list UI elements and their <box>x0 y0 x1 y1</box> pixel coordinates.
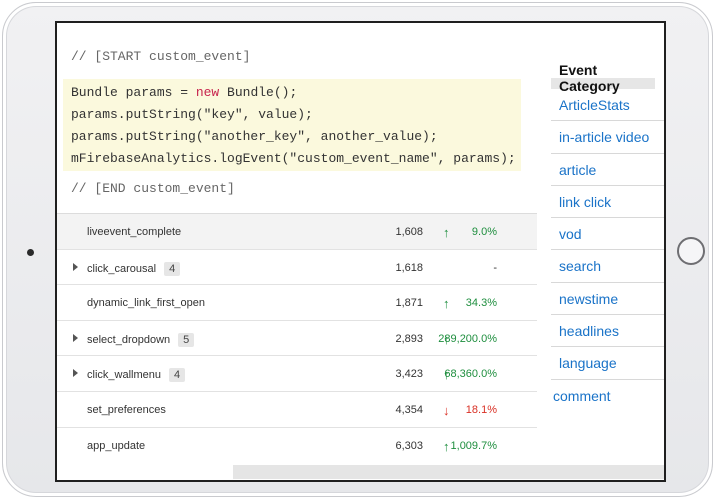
event-name: app_update <box>87 439 146 452</box>
percent-change: 18.1% <box>465 403 497 416</box>
arrow-down-icon: ↓ <box>443 402 450 418</box>
event-count: 3,423 <box>395 368 423 381</box>
expand-caret-icon[interactable] <box>73 262 78 271</box>
event-name: select_dropdown 5 <box>87 332 195 347</box>
percent-change: 289,200.0% <box>438 332 497 345</box>
code-line-3: params.putString("another_key", another_… <box>71 129 438 144</box>
table-row[interactable]: app_update 6,303 ↑ 1,009.7% <box>57 426 537 463</box>
table-row[interactable]: select_dropdown 5 2,893 ↑ 289,200.0% <box>57 319 537 356</box>
category-link[interactable]: language <box>551 347 664 380</box>
category-link[interactable]: article <box>551 154 664 186</box>
camera-dot <box>27 249 34 256</box>
event-name: set_preferences <box>87 403 166 416</box>
scrollbar-thumb[interactable] <box>233 465 664 479</box>
event-count-badge: 5 <box>178 332 195 347</box>
event-count: 1,618 <box>395 261 423 274</box>
arrow-up-icon: ↑ <box>443 438 450 454</box>
event-category-title: Event Category <box>551 53 655 94</box>
horizontal-scrollbar[interactable] <box>57 464 664 480</box>
event-name: dynamic_link_first_open <box>87 297 206 310</box>
event-category-panel: Event Category ArticleStats in-article vi… <box>551 53 664 412</box>
event-count: 2,893 <box>395 332 423 345</box>
arrow-up-icon: ↑ <box>443 225 450 240</box>
table-row[interactable]: click_carousal 4 1,618 - <box>57 248 537 285</box>
arrow-up-icon: ↑ <box>443 296 450 312</box>
event-name: click_carousal 4 <box>87 261 181 276</box>
category-link[interactable]: in-article video <box>551 121 664 154</box>
table-row[interactable]: liveevent_complete 1,608 ↑ 9.0% <box>57 213 537 249</box>
category-link[interactable]: newstime <box>551 283 664 316</box>
table-row[interactable]: set_preferences 4,354 ↓ 18.1% <box>57 390 537 427</box>
category-link[interactable]: vod <box>551 218 664 251</box>
event-count: 6,303 <box>395 439 423 452</box>
event-name: click_wallmenu 4 <box>87 368 186 383</box>
screen: // [START custom_event] Bundle params = … <box>55 21 666 482</box>
events-table: liveevent_complete 1,608 ↑ 9.0% click_carous… <box>57 213 537 462</box>
table-row[interactable]: dynamic_link_first_open 1,871 ↑ 34.3% <box>57 284 537 320</box>
category-link[interactable]: search <box>551 250 664 283</box>
home-button[interactable] <box>677 237 705 265</box>
code-line-4: mFirebaseAnalytics.logEvent("custom_even… <box>71 151 516 166</box>
percent-change: 1,009.7% <box>450 439 497 452</box>
tablet-frame: // [START custom_event] Bundle params = … <box>2 2 713 497</box>
code-end-comment: // [END custom_event] <box>71 181 235 196</box>
category-link[interactable]: comment <box>551 380 664 412</box>
category-link[interactable]: headlines <box>551 315 664 348</box>
category-link[interactable]: link click <box>551 186 664 219</box>
expand-caret-icon[interactable] <box>73 369 78 378</box>
code-line-2: params.putString("key", value); <box>71 107 313 122</box>
percent-change: - <box>493 261 497 274</box>
percent-change: 9.0% <box>471 226 497 238</box>
event-count: 1,871 <box>395 297 423 310</box>
event-count-badge: 4 <box>164 261 181 276</box>
percent-change: 68,360.0% <box>444 368 497 381</box>
event-count: 1,608 <box>395 226 423 238</box>
event-name: liveevent_complete <box>87 226 182 238</box>
event-count: 4,354 <box>395 403 423 416</box>
table-row[interactable]: click_wallmenu 4 3,423 ↑ 68,360.0% <box>57 355 537 391</box>
code-line-1: Bundle params = new Bundle(); <box>71 85 298 100</box>
event-count-badge: 4 <box>168 368 186 383</box>
code-start-comment: // [START custom_event] <box>71 49 251 64</box>
expand-caret-icon[interactable] <box>73 333 78 342</box>
percent-change: 34.3% <box>465 297 497 310</box>
event-category-list: ArticleStats in-article video article link … <box>551 89 664 412</box>
